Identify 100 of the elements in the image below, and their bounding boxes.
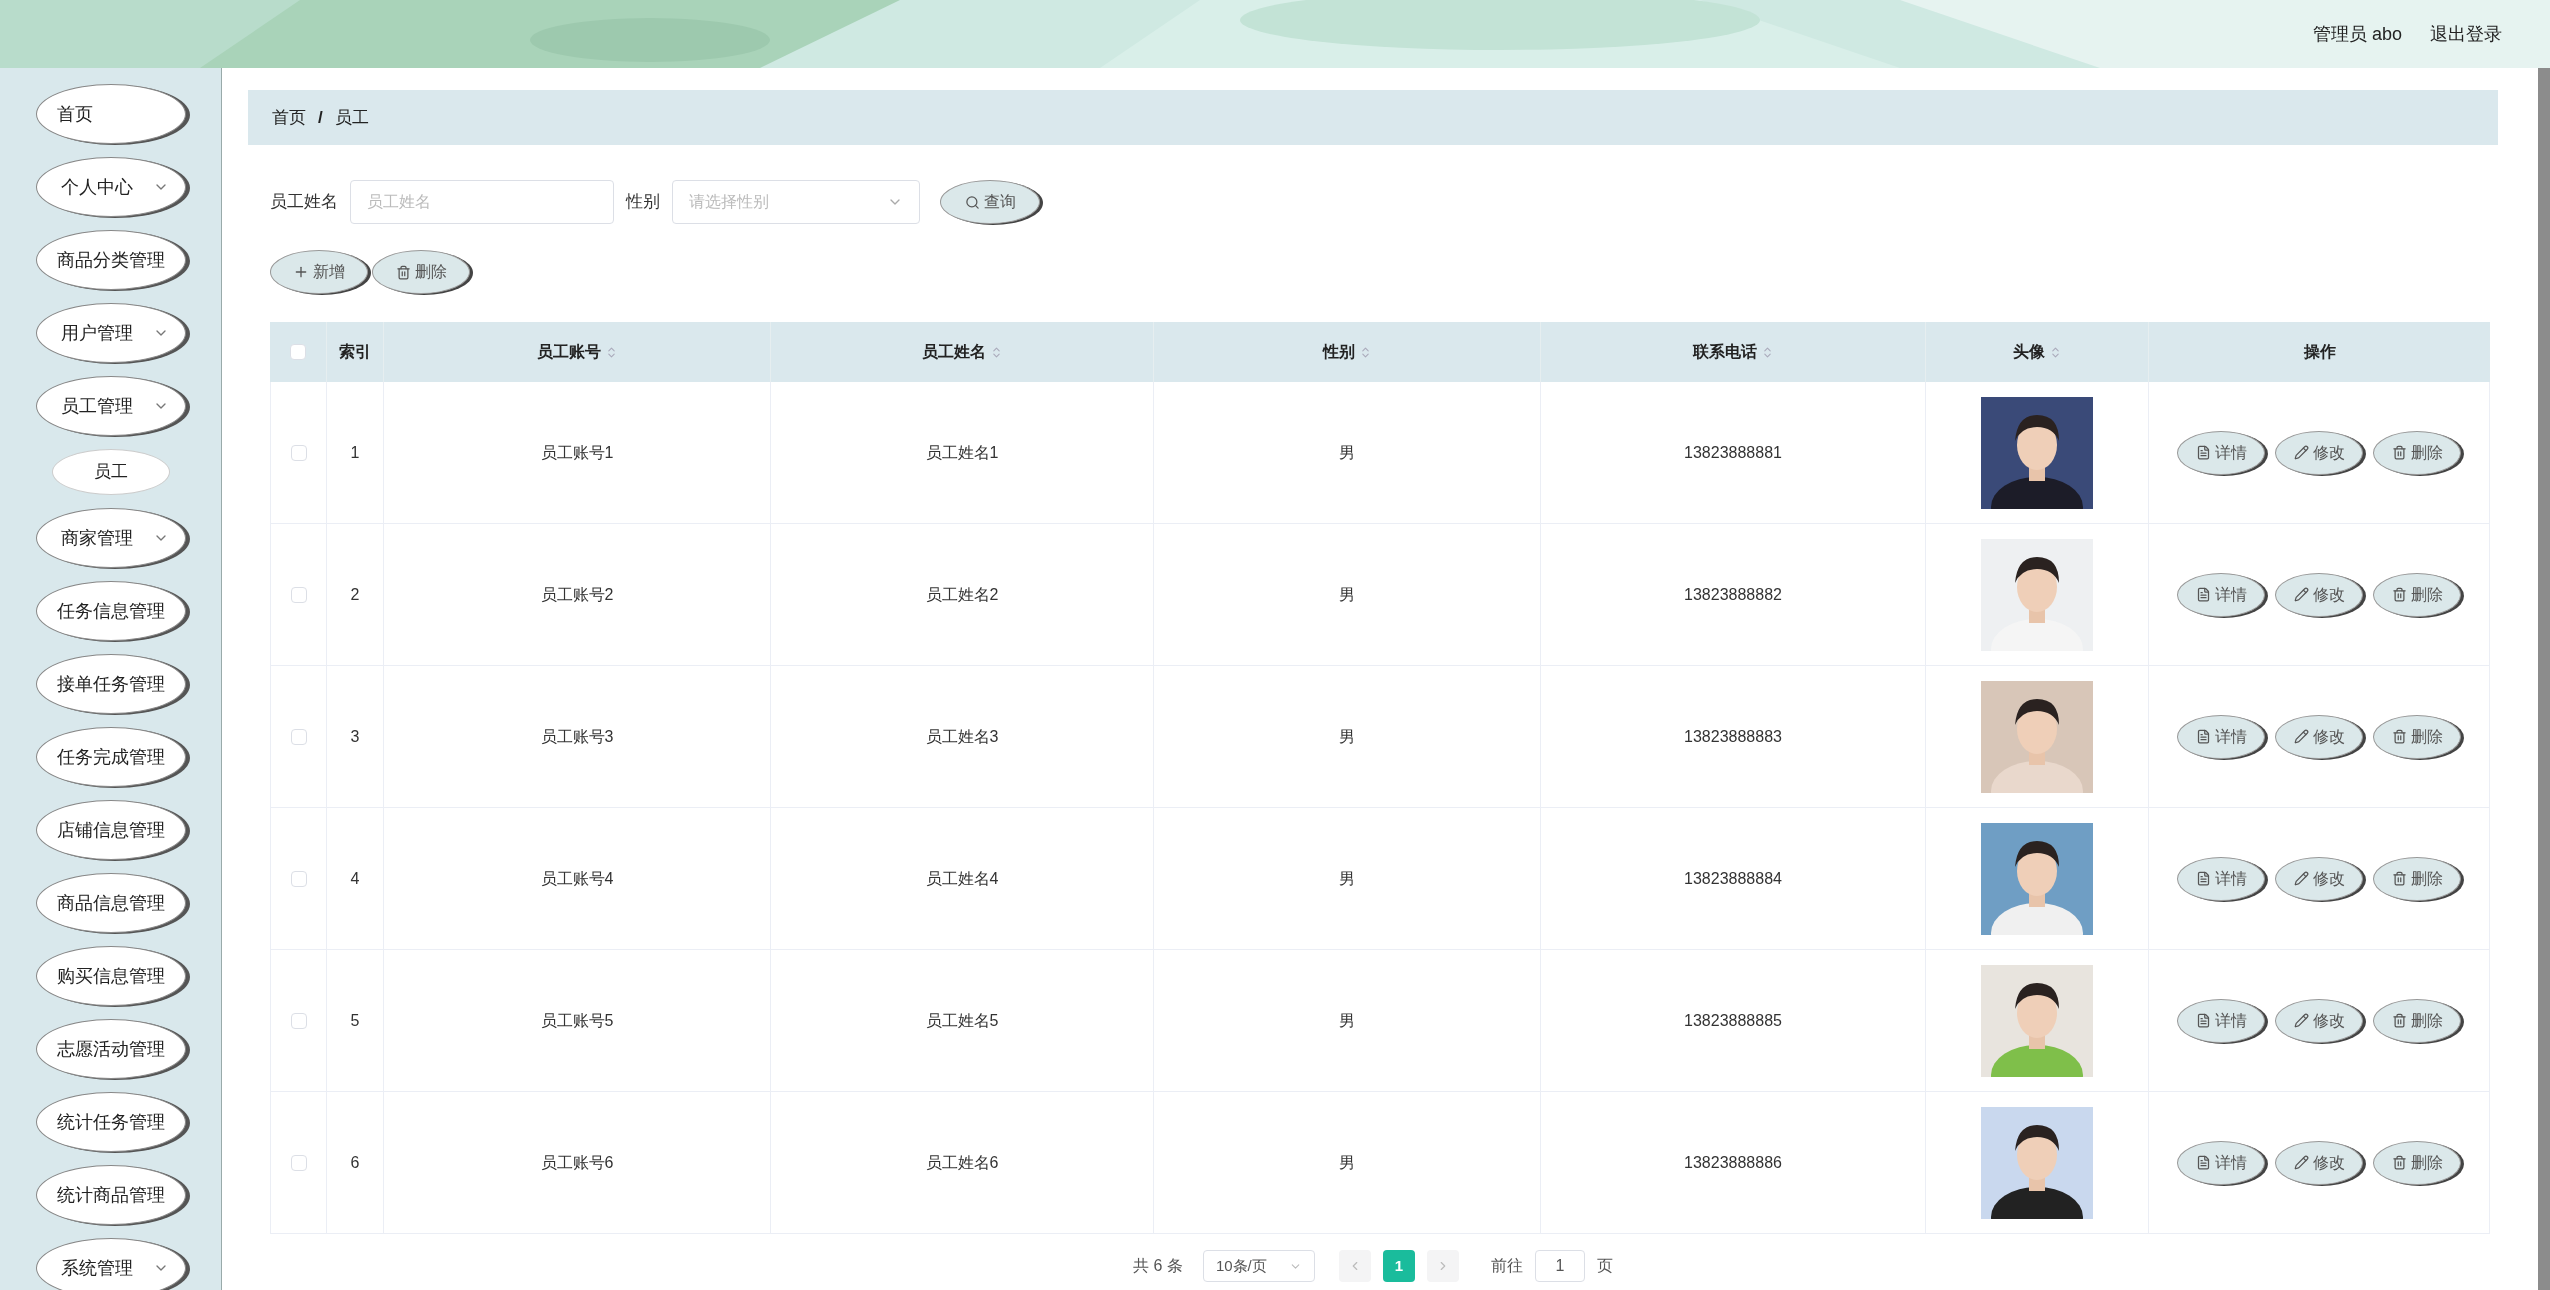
pencil-icon (2293, 729, 2309, 744)
delete-button[interactable]: 删除 (2373, 572, 2461, 617)
document-icon (2195, 1013, 2211, 1028)
sidebar-menu-item[interactable]: 店铺信息管理 (35, 800, 186, 860)
delete-button[interactable]: 删除 (2373, 430, 2461, 475)
row-checkbox[interactable] (290, 444, 307, 461)
delete-button[interactable]: 删除 (2373, 998, 2461, 1043)
logout-link[interactable]: 退出登录 (2430, 20, 2502, 48)
select-all-checkbox[interactable] (290, 344, 306, 360)
sidebar-menu-item[interactable]: 用户管理 (35, 303, 186, 363)
edit-button[interactable]: 修改 (2275, 998, 2363, 1043)
delete-button[interactable]: 删除 (372, 250, 470, 294)
pencil-icon (2293, 871, 2309, 886)
sidebar-menu-item[interactable]: 商品信息管理 (35, 873, 186, 933)
goto-label: 前往 (1490, 1256, 1523, 1276)
sidebar-menu-item[interactable]: 购买信息管理 (35, 946, 186, 1006)
edit-button[interactable]: 修改 (2275, 856, 2363, 901)
detail-button[interactable]: 详情 (2177, 572, 2265, 617)
column-header[interactable]: 性别 (1322, 340, 1372, 364)
table-cell-text: 13823888883 (1684, 726, 1782, 747)
table-cell-text: 13823888886 (1684, 1152, 1782, 1173)
sidebar-menu-item[interactable]: 商家管理 (35, 508, 186, 568)
trash-icon (2391, 1155, 2407, 1170)
page-size-select[interactable]: 10条/页 (1202, 1250, 1315, 1282)
table-cell-text: 13823888885 (1684, 1010, 1782, 1031)
table-cell-text: 5 (350, 1010, 360, 1031)
sidebar-menu-item[interactable]: 志愿活动管理 (35, 1019, 186, 1079)
table-cell-text: 员工账号6 (540, 1152, 614, 1173)
document-icon (2195, 871, 2211, 886)
previous-page-button[interactable] (1338, 1250, 1371, 1282)
trash-icon (2391, 445, 2407, 460)
column-header[interactable]: 索引 (339, 340, 371, 364)
document-icon (2195, 587, 2211, 602)
sidebar-menu-item[interactable]: 员工管理 (35, 376, 186, 436)
row-checkbox[interactable] (290, 870, 307, 887)
edit-button[interactable]: 修改 (2275, 1140, 2363, 1185)
sidebar-menu-item[interactable]: 统计商品管理 (35, 1165, 186, 1225)
trash-icon (2391, 729, 2407, 744)
trash-icon (2391, 587, 2407, 602)
table-cell-text: 男 (1339, 1152, 1355, 1173)
next-page-button[interactable] (1426, 1250, 1459, 1282)
delete-button[interactable]: 删除 (2373, 1140, 2461, 1185)
table-cell-text: 员工姓名4 (925, 868, 999, 889)
add-button[interactable]: 新增 (270, 250, 368, 294)
sidebar-submenu-item[interactable]: 员工 (51, 449, 170, 495)
trash-icon (395, 264, 411, 280)
table-cell-text: 6 (350, 1152, 360, 1173)
edit-button[interactable]: 修改 (2275, 572, 2363, 617)
breadcrumb-separator: / (318, 106, 323, 129)
sidebar-menu-item[interactable]: 商品分类管理 (35, 230, 186, 290)
detail-button[interactable]: 详情 (2177, 430, 2265, 475)
detail-button[interactable]: 详情 (2177, 856, 2265, 901)
sidebar-menu-item[interactable]: 系统管理 (35, 1238, 186, 1290)
sidebar-menu-item[interactable]: 接单任务管理 (35, 654, 186, 714)
edit-button[interactable]: 修改 (2275, 430, 2363, 475)
total-count: 共 6 条 (1133, 1256, 1183, 1276)
detail-button[interactable]: 详情 (2177, 714, 2265, 759)
table-cell-text: 13823888884 (1684, 868, 1782, 889)
delete-button[interactable]: 删除 (2373, 856, 2461, 901)
sidebar-menu-item[interactable]: 任务信息管理 (35, 581, 186, 641)
table-cell-text: 男 (1339, 1010, 1355, 1031)
name-input[interactable]: 员工姓名 (350, 180, 614, 224)
sidebar-menu-item[interactable]: 统计任务管理 (35, 1092, 186, 1152)
page-suffix: 页 (1596, 1256, 1613, 1276)
table-cell-text: 员工账号5 (540, 1010, 614, 1031)
table-cell-text: 3 (350, 726, 360, 747)
edit-button[interactable]: 修改 (2275, 714, 2363, 759)
row-checkbox[interactable] (290, 586, 307, 603)
delete-button[interactable]: 删除 (2373, 714, 2461, 759)
document-icon (2195, 445, 2211, 460)
table-cell-text: 男 (1339, 442, 1355, 463)
table-cell-text: 男 (1339, 868, 1355, 889)
sidebar-menu-item[interactable]: 个人中心 (35, 157, 186, 217)
sidebar-menu-item[interactable]: 首页 (35, 84, 186, 144)
breadcrumb-link[interactable]: 员工 (334, 104, 369, 131)
column-header[interactable]: 联系电话 (1692, 340, 1774, 364)
search-icon (964, 194, 980, 210)
row-checkbox[interactable] (290, 728, 307, 745)
search-button[interactable]: 查询 (940, 180, 1040, 224)
admin-username: 管理员 abo (2312, 22, 2402, 46)
table-cell-text: 员工姓名1 (925, 442, 999, 463)
detail-button[interactable]: 详情 (2177, 1140, 2265, 1185)
page-jump-input[interactable]: 1 (1534, 1250, 1585, 1282)
pencil-icon (2293, 1013, 2309, 1028)
row-checkbox[interactable] (290, 1154, 307, 1171)
document-icon (2195, 729, 2211, 744)
table-cell-text: 员工姓名3 (925, 726, 999, 747)
sidebar-menu-item[interactable]: 任务完成管理 (35, 727, 186, 787)
column-header[interactable]: 操作 (2303, 340, 2336, 364)
table-cell-text: 男 (1339, 584, 1355, 605)
column-header[interactable]: 员工姓名 (921, 340, 1003, 364)
table-cell-text: 13823888882 (1684, 584, 1782, 605)
pencil-icon (2293, 1155, 2309, 1170)
column-header[interactable]: 头像 (2012, 340, 2062, 364)
breadcrumb-link[interactable]: 首页 (272, 104, 306, 131)
row-checkbox[interactable] (290, 1012, 307, 1029)
table-cell-text: 员工账号2 (540, 584, 614, 605)
column-header[interactable]: 员工账号 (536, 340, 618, 364)
detail-button[interactable]: 详情 (2177, 998, 2265, 1043)
pencil-icon (2293, 445, 2309, 460)
